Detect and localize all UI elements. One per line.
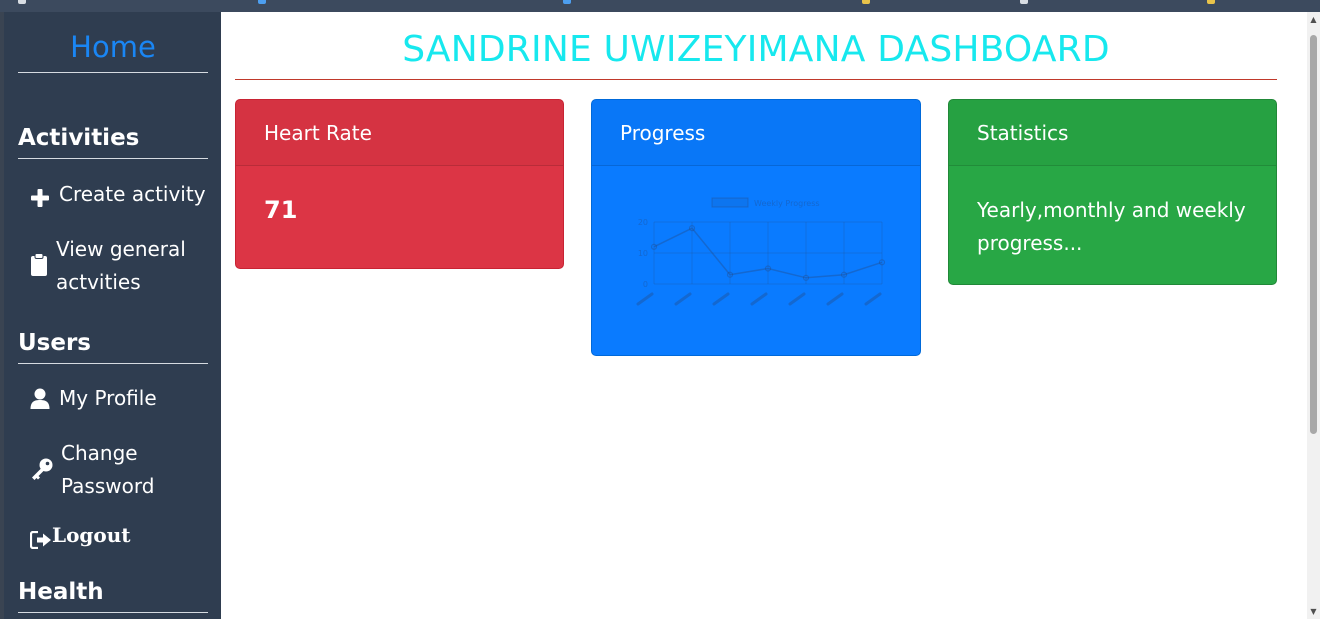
home-link[interactable]: Home [18,29,208,73]
sidebar-item-label: actvities [56,270,141,294]
tab-marker[interactable] [18,0,26,4]
chart-x-tick-label [750,292,768,306]
plus-icon [30,185,50,218]
progress-card: Progress 0 10 20 Weekly Progress [591,99,921,356]
sidebar-item-label: Logout [52,523,131,547]
sidebar-item-label: Change [61,441,138,465]
vertical-scrollbar[interactable]: ▲ ▼ [1307,12,1320,619]
card-header: Statistics [949,100,1276,166]
clipboard-icon [30,253,48,287]
chart-x-tick-label [788,292,806,306]
user-icon [30,387,50,420]
heart-rate-value: 71 [264,196,298,224]
scroll-down-arrow-icon[interactable]: ▼ [1309,607,1318,617]
progress-chart: 0 10 20 Weekly Progress [636,197,886,306]
section-heading-users: Users [18,328,208,364]
chart-x-tick-label [864,292,882,306]
sidebar-item-change-password[interactable]: Change Password [30,437,210,503]
chart-y-tick-label: 20 [638,218,648,227]
scrollbar-thumb[interactable] [1310,35,1317,434]
chart-y-tick-label: 10 [638,249,648,258]
sidebar-item-label: Password [61,474,155,498]
sidebar-item-label: View general [56,237,186,261]
tab-marker[interactable] [1207,0,1215,4]
page-title: SANDRINE UWIZEYIMANA DASHBOARD [235,28,1277,80]
statistics-text: Yearly,monthly and weekly progress... [977,198,1246,255]
chart-x-tick-label [636,292,654,306]
section-heading-health: Health [18,577,208,613]
tab-marker[interactable] [1020,0,1028,4]
main-content: SANDRINE UWIZEYIMANA DASHBOARD Heart Rat… [221,12,1307,619]
sidebar-item-create-activity[interactable]: Create activity [30,178,210,212]
key-icon [30,457,54,491]
sign-out-icon [29,526,52,559]
chart-x-tick-label [674,292,692,306]
sidebar: Home Activities Create activity View gen… [4,12,221,619]
sidebar-item-label: My Profile [59,386,157,410]
section-heading-activities: Activities [18,123,208,159]
chart-y-tick-label: 0 [643,280,648,289]
card-header: Progress [592,100,920,166]
sidebar-item-view-general-activities[interactable]: View general actvities [30,233,210,299]
scroll-up-arrow-icon[interactable]: ▲ [1309,15,1318,25]
tab-marker[interactable] [258,0,266,4]
card-header: Heart Rate [236,100,563,166]
logout-link[interactable]: Logout [29,519,150,553]
browser-tab-strip [0,0,1320,12]
tab-marker[interactable] [862,0,870,4]
sidebar-item-my-profile[interactable]: My Profile [30,382,210,416]
statistics-card: Statistics Yearly,monthly and weekly pro… [948,99,1277,285]
chart-legend-swatch [711,197,749,208]
chart-x-tick-label [826,292,844,306]
chart-legend-label: Weekly Progress [754,199,820,208]
sidebar-item-label: Create activity [59,182,206,206]
chart-x-tick-label [712,292,730,306]
heart-rate-card: Heart Rate 71 [235,99,564,269]
tab-marker[interactable] [563,0,571,4]
